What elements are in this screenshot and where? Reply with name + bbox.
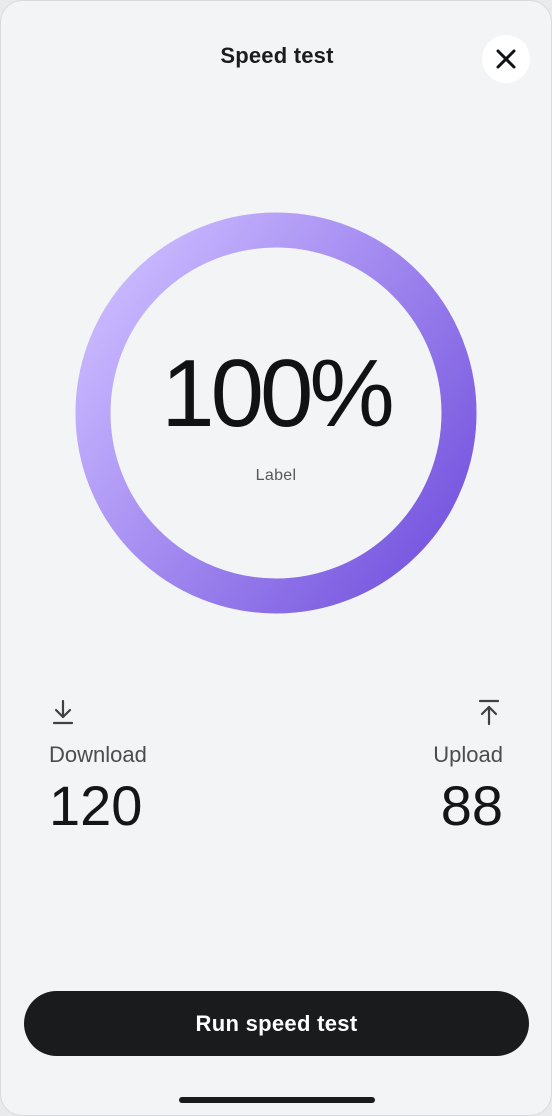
progress-gauge: 100% Label xyxy=(75,212,477,614)
speed-test-screen: Speed test 100% Label Download 120 Uploa… xyxy=(0,0,552,1116)
page-title: Speed test xyxy=(220,43,334,68)
download-value: 120 xyxy=(49,774,143,837)
upload-value: 88 xyxy=(440,774,503,837)
run-speed-test-button[interactable]: Run speed test xyxy=(24,991,529,1056)
header: Speed test xyxy=(1,1,551,113)
home-indicator xyxy=(179,1097,375,1103)
upload-metric: Upload 88 xyxy=(303,697,503,836)
download-metric: Download 120 xyxy=(49,697,249,836)
upload-icon xyxy=(478,699,500,726)
download-label: Download xyxy=(49,742,147,767)
download-icon xyxy=(52,699,74,725)
gauge-label: Label xyxy=(255,467,297,484)
progress-percent-value: 100% xyxy=(161,340,395,447)
gauge-center: 100% Label xyxy=(75,212,477,614)
upload-label: Upload xyxy=(433,742,503,767)
close-icon xyxy=(496,49,516,69)
close-button[interactable] xyxy=(482,35,530,83)
